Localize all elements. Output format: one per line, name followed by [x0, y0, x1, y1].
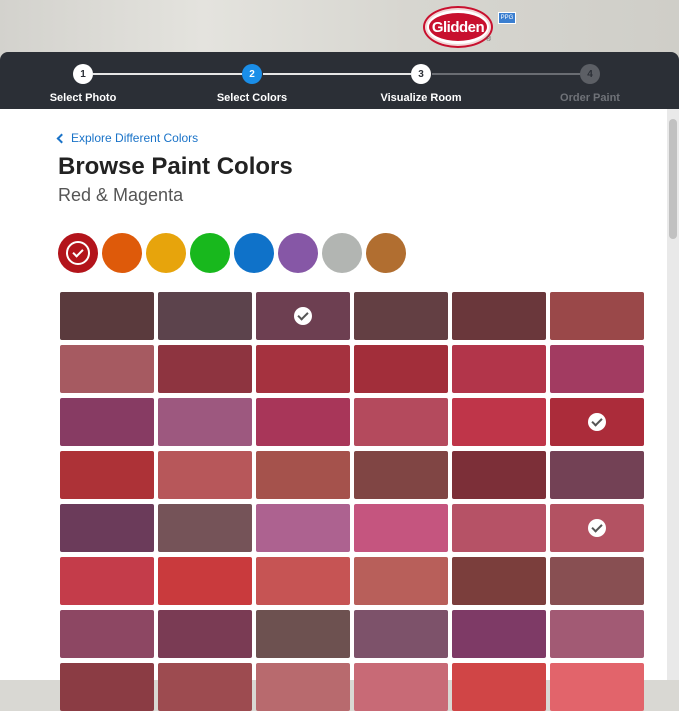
step-4-circle: 4 — [580, 64, 600, 84]
color-swatch[interactable] — [256, 557, 350, 605]
color-swatch[interactable] — [158, 345, 252, 393]
color-family-yellow[interactable] — [146, 233, 186, 273]
step-1-label[interactable]: Select Photo — [23, 92, 143, 104]
chevron-left-icon — [56, 133, 67, 143]
color-family-blue[interactable] — [234, 233, 274, 273]
color-swatch[interactable] — [158, 663, 252, 711]
color-swatch[interactable] — [354, 610, 448, 658]
glidden-logo[interactable]: Glidden — [423, 6, 493, 48]
check-icon — [66, 241, 90, 265]
color-swatch[interactable] — [452, 557, 546, 605]
color-swatch[interactable] — [550, 451, 644, 499]
step-3-label[interactable]: Visualize Room — [361, 92, 481, 104]
progress-stepper: 1 2 3 4 Select Photo Select Colors Visua… — [0, 52, 679, 109]
paint-color-grid — [60, 292, 644, 711]
color-family-gray[interactable] — [322, 233, 362, 273]
color-swatch[interactable] — [158, 451, 252, 499]
color-swatch[interactable] — [256, 292, 350, 340]
check-icon — [588, 413, 606, 431]
explore-different-colors-link[interactable]: Explore Different Colors — [56, 131, 199, 145]
color-swatch[interactable] — [550, 292, 644, 340]
step-connector — [263, 73, 411, 75]
color-swatch[interactable] — [60, 451, 154, 499]
color-family-purple[interactable] — [278, 233, 318, 273]
color-swatch[interactable] — [60, 398, 154, 446]
color-swatch[interactable] — [256, 504, 350, 552]
color-swatch[interactable] — [60, 663, 154, 711]
header-background — [0, 0, 679, 60]
step-4-label: Order Paint — [560, 92, 620, 104]
registered-mark: ® — [486, 36, 492, 43]
color-swatch[interactable] — [550, 504, 644, 552]
color-swatch[interactable] — [256, 610, 350, 658]
color-swatch[interactable] — [354, 451, 448, 499]
color-swatch[interactable] — [550, 610, 644, 658]
color-swatch[interactable] — [452, 398, 546, 446]
color-swatch[interactable] — [60, 504, 154, 552]
color-swatch[interactable] — [354, 345, 448, 393]
color-swatch[interactable] — [158, 557, 252, 605]
color-family-orange[interactable] — [102, 233, 142, 273]
color-swatch[interactable] — [256, 398, 350, 446]
step-2-circle[interactable]: 2 — [242, 64, 262, 84]
back-link-label: Explore Different Colors — [71, 131, 199, 145]
color-swatch[interactable] — [256, 451, 350, 499]
color-swatch[interactable] — [158, 292, 252, 340]
color-swatch[interactable] — [60, 557, 154, 605]
color-swatch[interactable] — [452, 451, 546, 499]
check-icon — [588, 519, 606, 537]
color-swatch[interactable] — [452, 663, 546, 711]
color-swatch[interactable] — [256, 345, 350, 393]
color-family-selector — [58, 233, 406, 273]
color-family-red[interactable] — [58, 233, 98, 273]
step-connector — [432, 73, 580, 75]
color-swatch[interactable] — [550, 398, 644, 446]
color-swatch[interactable] — [550, 345, 644, 393]
color-swatch[interactable] — [452, 610, 546, 658]
color-swatch[interactable] — [452, 345, 546, 393]
color-swatch[interactable] — [354, 663, 448, 711]
scrollbar[interactable] — [667, 109, 679, 680]
step-2-label[interactable]: Select Colors — [192, 92, 312, 104]
color-swatch[interactable] — [158, 504, 252, 552]
color-swatch[interactable] — [60, 292, 154, 340]
ppg-badge: PPG — [498, 12, 516, 24]
step-connector — [93, 73, 242, 75]
color-swatch[interactable] — [550, 663, 644, 711]
color-swatch[interactable] — [354, 292, 448, 340]
color-swatch[interactable] — [158, 398, 252, 446]
check-icon — [294, 307, 312, 325]
color-swatch[interactable] — [60, 345, 154, 393]
color-swatch[interactable] — [60, 610, 154, 658]
step-3-circle[interactable]: 3 — [411, 64, 431, 84]
color-family-brown[interactable] — [366, 233, 406, 273]
color-swatch[interactable] — [354, 504, 448, 552]
page-title: Browse Paint Colors — [58, 153, 293, 180]
main-panel: Explore Different Colors Browse Paint Co… — [0, 109, 667, 711]
logo-text: Glidden — [429, 13, 487, 41]
color-family-subtitle: Red & Magenta — [58, 185, 184, 205]
color-swatch[interactable] — [452, 292, 546, 340]
color-swatch[interactable] — [452, 504, 546, 552]
color-swatch[interactable] — [354, 557, 448, 605]
color-swatch[interactable] — [256, 663, 350, 711]
color-swatch[interactable] — [158, 610, 252, 658]
color-swatch[interactable] — [550, 557, 644, 605]
step-1-circle[interactable]: 1 — [73, 64, 93, 84]
color-swatch[interactable] — [354, 398, 448, 446]
color-family-green[interactable] — [190, 233, 230, 273]
scrollbar-thumb[interactable] — [669, 119, 677, 239]
